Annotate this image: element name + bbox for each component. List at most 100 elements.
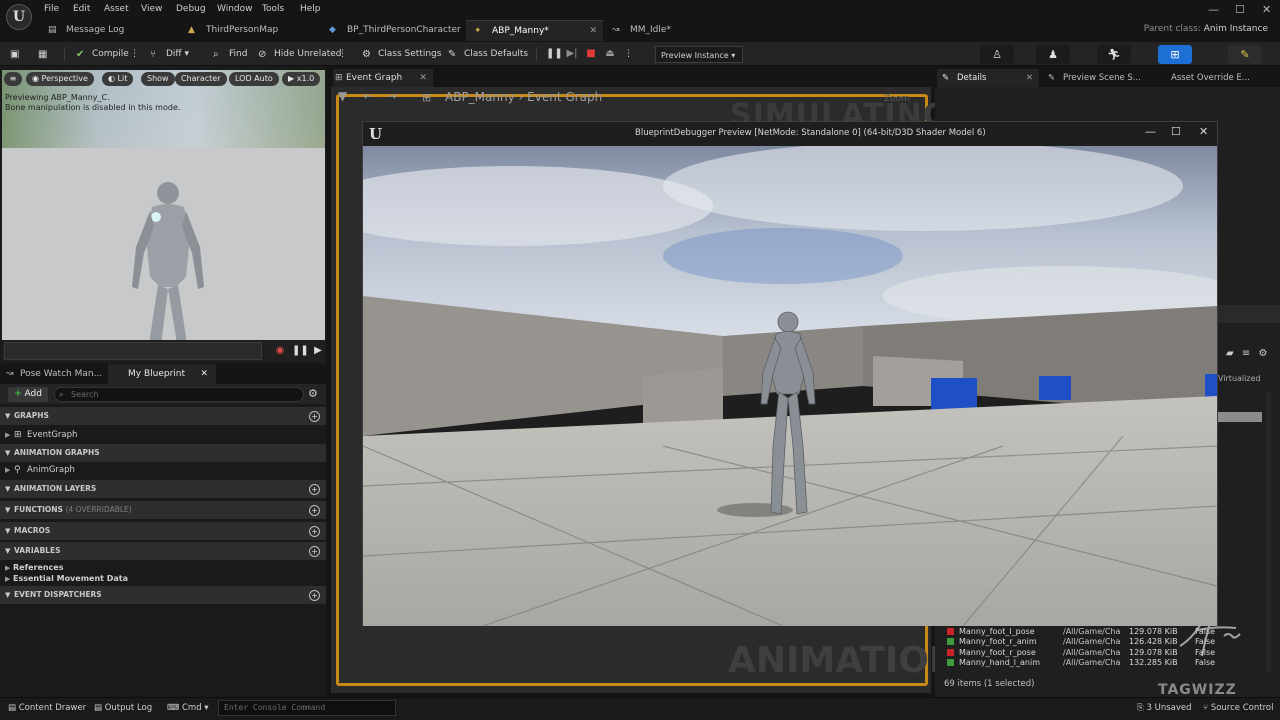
class-defaults-button[interactable]: ✎ Class Defaults — [448, 46, 528, 63]
forward-arrow-icon[interactable]: → — [387, 89, 397, 103]
add-dispatcher-icon[interactable]: + — [309, 590, 320, 601]
lod-auto-button[interactable]: LOD Auto — [229, 72, 279, 86]
list-item-essential-movement[interactable]: ▶ Essential Movement Data — [0, 571, 326, 587]
content-drawer-button[interactable]: ▤ Content Drawer — [8, 703, 86, 713]
step-icon[interactable]: ▶| — [565, 47, 579, 61]
breadcrumb-root[interactable]: ABP_Manny — [445, 90, 515, 104]
close-tab-icon[interactable]: ✕ — [589, 21, 597, 42]
add-button[interactable]: + Add — [8, 387, 48, 402]
pause-icon[interactable]: ❚❚ — [546, 47, 563, 61]
settings-gear-icon[interactable]: ⚙ — [308, 387, 318, 400]
eject-icon[interactable]: ⏏ — [603, 47, 617, 61]
timeline-field[interactable] — [4, 342, 262, 360]
pause-playback-icon[interactable]: ❚❚ — [292, 344, 309, 358]
tab-preview-scene[interactable]: ✎ Preview Scene S... — [1043, 69, 1153, 87]
play-options-icon[interactable]: ⋮ — [624, 46, 633, 63]
graph-options-icon[interactable]: ▼ — [338, 89, 347, 103]
tab-abp-manny[interactable]: ✦ ABP_Manny* ✕ — [466, 20, 603, 41]
record-icon[interactable]: ◉ — [273, 344, 287, 358]
show-button[interactable]: Show — [141, 72, 175, 86]
close-tab-icon[interactable]: ✕ — [200, 364, 208, 384]
stop-icon[interactable]: ■ — [584, 47, 598, 61]
add-layer-icon[interactable]: + — [309, 484, 320, 495]
hide-unrelated-button[interactable]: ⊘ Hide Unrelated — [258, 46, 342, 63]
close-icon[interactable]: ✕ — [1262, 3, 1271, 16]
add-graph-icon[interactable]: + — [309, 411, 320, 422]
mesh-mode-button[interactable]: ♟ — [1036, 45, 1070, 64]
minimize-icon[interactable]: — — [1208, 3, 1219, 16]
add-macro-icon[interactable]: + — [309, 526, 320, 537]
viewport-menu-icon[interactable]: ≡ — [4, 72, 22, 86]
tab-details[interactable]: ✎ Details ✕ — [937, 69, 1039, 87]
menu-file[interactable]: File — [44, 4, 59, 14]
section-animation-graphs[interactable]: ▼ ANIMATION GRAPHS — [0, 444, 326, 462]
settings-gear-icon[interactable]: ⚙ — [1258, 348, 1267, 359]
compile-button[interactable]: ✔ Compile — [76, 46, 129, 63]
output-log-button[interactable]: ▤ Output Log — [94, 703, 152, 713]
tab-bp-thirdpersoncharacter[interactable]: ◆ BP_ThirdPersonCharacter — [321, 20, 461, 41]
console-command-input[interactable]: Enter Console Command — [218, 700, 396, 716]
expand-arrow-icon[interactable]: ▶ — [5, 571, 10, 587]
tab-message-log[interactable]: ▤ Message Log — [40, 20, 170, 41]
compile-options-icon[interactable]: ⋮ — [130, 46, 139, 63]
character-button[interactable]: Character — [175, 72, 227, 86]
column-resize-bar[interactable] — [1218, 412, 1262, 422]
hide-unrelated-options-icon[interactable]: ⋮ — [338, 46, 347, 63]
blueprint-debugger-window[interactable]: U BlueprintDebugger Preview [NetMode: St… — [362, 121, 1218, 626]
back-arrow-icon[interactable]: ← — [363, 89, 373, 103]
diff-button[interactable]: ⑂ Diff ▾ — [150, 46, 189, 63]
close-tab-icon[interactable]: ✕ — [1026, 69, 1033, 87]
menu-help[interactable]: Help — [300, 4, 321, 14]
playback-speed-button[interactable]: ▶ x1.0 — [282, 72, 321, 86]
debugger-title-bar[interactable]: U BlueprintDebugger Preview [NetMode: St… — [363, 122, 1217, 146]
close-tab-icon[interactable]: ✕ — [419, 69, 427, 87]
tab-my-blueprint[interactable]: My Blueprint ✕ — [108, 364, 216, 384]
section-functions[interactable]: ▼ FUNCTIONS (4 OVERRIDABLE) + — [0, 501, 326, 519]
tab-pose-watch[interactable]: ↝ Pose Watch Man... — [0, 364, 108, 384]
expand-arrow-icon[interactable]: ▶ — [5, 427, 10, 443]
section-macros[interactable]: ▼ MACROS + — [0, 522, 326, 540]
folder-icon[interactable]: ▰ — [1226, 348, 1234, 359]
game-scene[interactable] — [363, 146, 1217, 626]
close-icon[interactable]: ✕ — [1199, 125, 1208, 138]
list-item-eventgraph[interactable]: ▶ ⊞ EventGraph — [0, 427, 326, 443]
skeleton-mode-button[interactable]: ♙ — [980, 45, 1014, 64]
add-function-icon[interactable]: + — [309, 505, 320, 516]
add-variable-icon[interactable]: + — [309, 546, 320, 557]
breadcrumb-leaf[interactable]: Event Graph — [527, 90, 602, 104]
menu-edit[interactable]: Edit — [73, 4, 90, 14]
section-event-dispatchers[interactable]: ▼ EVENT DISPATCHERS + — [0, 586, 326, 604]
source-control-button[interactable]: ⑂ Source Control — [1203, 703, 1273, 713]
menu-asset[interactable]: Asset — [104, 4, 129, 14]
find-button[interactable]: ⌕ Find — [213, 46, 247, 63]
section-animation-layers[interactable]: ▼ ANIMATION LAYERS + — [0, 480, 326, 498]
browse-button[interactable]: ▦ — [38, 46, 54, 63]
maximize-icon[interactable]: ☐ — [1235, 3, 1245, 16]
unsaved-button[interactable]: ⎘ 3 Unsaved — [1137, 703, 1192, 713]
section-graphs[interactable]: ▼ GRAPHS + — [0, 407, 326, 425]
maximize-icon[interactable]: ☐ — [1171, 125, 1181, 138]
blueprint-mode-button[interactable]: ⊞ — [1158, 45, 1192, 64]
physics-mode-button[interactable]: ✎ — [1228, 45, 1262, 64]
search-input[interactable]: ⌕ Search — [54, 387, 304, 402]
tab-event-graph[interactable]: ⊞ Event Graph ✕ — [333, 69, 433, 87]
minimize-icon[interactable]: — — [1145, 125, 1156, 138]
menu-debug[interactable]: Debug — [176, 4, 206, 14]
menu-view[interactable]: View — [141, 4, 162, 14]
class-settings-button[interactable]: ⚙ Class Settings — [362, 46, 441, 63]
list-item-animgraph[interactable]: ▶ ⚲ AnimGraph — [0, 462, 326, 478]
lit-button[interactable]: ◐ Lit — [102, 72, 134, 86]
menu-window[interactable]: Window — [217, 4, 253, 14]
animation-mode-button[interactable]: 🏃︎ — [1097, 45, 1131, 64]
tab-mm-idle[interactable]: ↝ MM_Idle* — [604, 20, 734, 41]
scrollbar[interactable] — [1266, 392, 1271, 672]
expand-arrow-icon[interactable]: ▶ — [5, 462, 10, 478]
tab-thirdpersonmap[interactable]: ▲ ThirdPersonMap — [180, 20, 320, 41]
parent-class-value[interactable]: Anim Instance — [1204, 24, 1268, 34]
cmd-dropdown[interactable]: ⌨ Cmd ▾ — [167, 703, 209, 713]
save-button[interactable]: ▣ — [10, 46, 26, 63]
menu-tools[interactable]: Tools — [262, 4, 284, 14]
section-variables[interactable]: ▼ VARIABLES + — [0, 542, 326, 560]
play-playback-icon[interactable]: ▶ — [311, 344, 325, 358]
unreal-logo-icon[interactable]: U — [6, 4, 32, 30]
